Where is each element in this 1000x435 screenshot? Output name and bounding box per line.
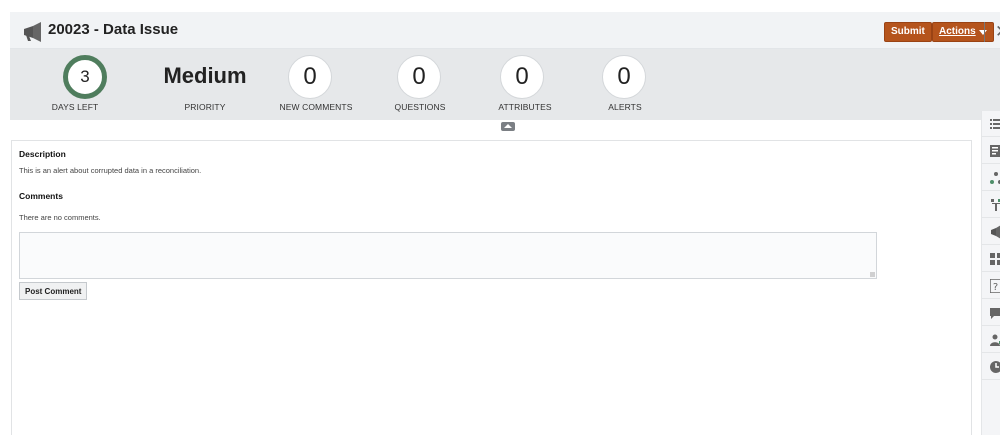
rail-item-users[interactable]	[982, 327, 1000, 353]
alert-details-page: 20023 - Data Issue Submit Actions ✕ 3 DA…	[0, 0, 1000, 435]
stat-caption: ATTRIBUTES	[498, 102, 552, 112]
details-panel: Description This is an alert about corru…	[11, 140, 972, 435]
post-comment-button[interactable]: Post Comment	[19, 282, 88, 300]
question-icon: ?	[990, 279, 1000, 293]
stat-caption: PRIORITY	[184, 102, 226, 112]
hierarchy-icon	[991, 199, 1000, 211]
no-comments-text: There are no comments.	[19, 213, 101, 222]
rail-item-comments[interactable]	[982, 300, 1000, 326]
days-left-ring: 3	[63, 55, 107, 99]
megaphone-icon	[991, 225, 1000, 239]
megaphone-icon	[22, 22, 44, 42]
stat-caption: QUESTIONS	[394, 102, 446, 112]
rail-item-history[interactable]	[982, 354, 1000, 380]
rail-item-questions[interactable]: ?	[982, 273, 1000, 299]
rail-item-attributes[interactable]	[982, 246, 1000, 272]
attributes-count: 0	[500, 55, 544, 99]
priority-value: Medium	[163, 63, 247, 88]
comments-heading: Comments	[19, 191, 63, 201]
stat-caption: DAYS LEFT	[51, 102, 99, 112]
user-edit-icon	[990, 334, 1000, 346]
right-icon-rail: ?	[981, 111, 1000, 435]
attributes-icon	[990, 253, 1000, 265]
collapse-summary-button[interactable]	[501, 122, 515, 131]
workflow-icon	[990, 172, 1000, 184]
header-divider	[984, 22, 985, 42]
rail-item-document[interactable]	[982, 138, 1000, 164]
list-icon	[990, 119, 1000, 129]
new-comments-count: 0	[288, 55, 332, 99]
description-heading: Description	[19, 149, 66, 159]
document-icon	[990, 145, 1000, 157]
alerts-count: 0	[602, 55, 646, 99]
summary-strip: 3 DAYS LEFT Medium PRIORITY 0 NEW COMMEN…	[10, 49, 1000, 120]
close-icon[interactable]: ✕	[995, 23, 1000, 41]
rail-item-hierarchy[interactable]	[982, 192, 1000, 218]
page-title: 20023 - Data Issue	[48, 21, 179, 38]
rail-item-workflow[interactable]	[982, 165, 1000, 191]
submit-button[interactable]: Submit	[884, 22, 932, 42]
rail-item-list[interactable]	[982, 111, 1000, 137]
rail-item-alert[interactable]	[982, 219, 1000, 245]
actions-label: Actions	[939, 26, 976, 37]
questions-count: 0	[397, 55, 441, 99]
stat-caption: ALERTS	[608, 102, 642, 112]
header-bar: 20023 - Data Issue Submit Actions ✕	[10, 12, 1000, 49]
resize-handle-icon[interactable]	[870, 272, 875, 277]
stat-caption: NEW COMMENTS	[279, 102, 353, 112]
comment-icon	[990, 308, 1000, 319]
history-icon	[990, 361, 1000, 373]
svg-text:?: ?	[993, 282, 998, 293]
caret-down-icon	[978, 29, 987, 35]
comment-input[interactable]	[19, 232, 877, 279]
description-text: This is an alert about corrupted data in…	[19, 166, 202, 175]
